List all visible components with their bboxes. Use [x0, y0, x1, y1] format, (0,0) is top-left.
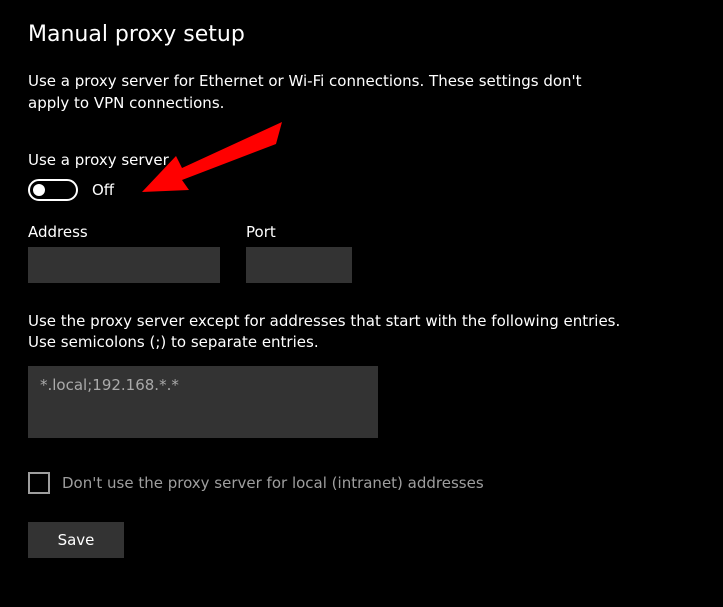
bypass-local-label: Don't use the proxy server for local (in… — [62, 474, 484, 492]
use-proxy-toggle[interactable] — [28, 179, 78, 201]
port-label: Port — [246, 223, 352, 241]
use-proxy-label: Use a proxy server — [28, 151, 695, 169]
port-input[interactable] — [246, 247, 352, 283]
save-button[interactable]: Save — [28, 522, 124, 558]
page-title: Manual proxy setup — [28, 22, 695, 47]
bypass-local-checkbox[interactable] — [28, 472, 50, 494]
red-arrow-annotation — [134, 122, 294, 222]
bypass-local-row: Don't use the proxy server for local (in… — [28, 472, 695, 494]
port-group: Port — [246, 223, 352, 283]
exceptions-input[interactable] — [28, 366, 378, 438]
use-proxy-toggle-state: Off — [92, 181, 114, 199]
exceptions-label: Use the proxy server except for addresse… — [28, 311, 628, 355]
proxy-description: Use a proxy server for Ethernet or Wi-Fi… — [28, 71, 588, 115]
address-port-row: Address Port — [28, 223, 695, 283]
toggle-knob — [33, 184, 45, 196]
address-group: Address — [28, 223, 220, 283]
use-proxy-toggle-row: Off — [28, 179, 695, 201]
address-input[interactable] — [28, 247, 220, 283]
address-label: Address — [28, 223, 220, 241]
